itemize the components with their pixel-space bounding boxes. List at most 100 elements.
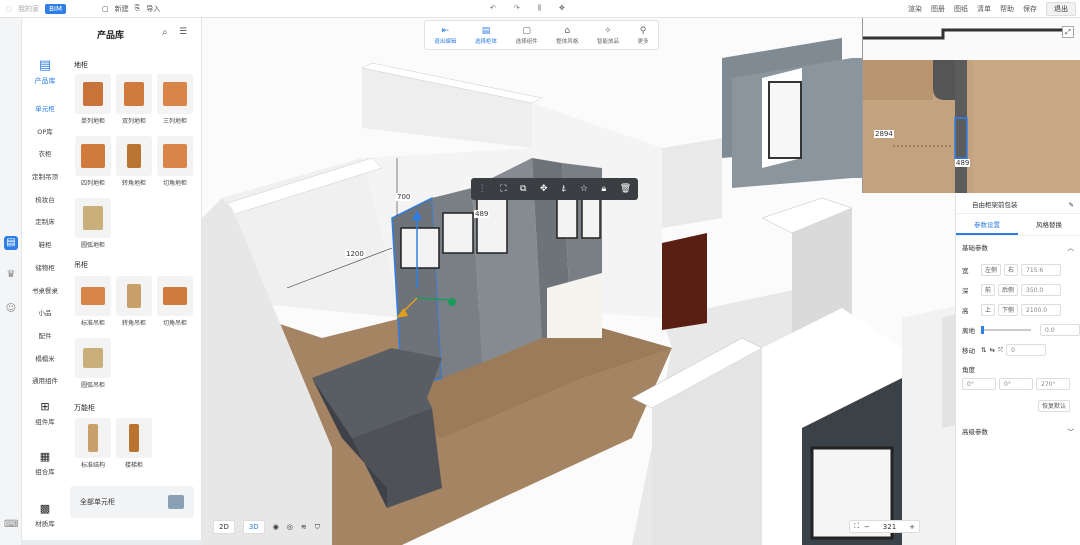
width-anchor-right[interactable]: 右 [1004, 264, 1019, 276]
overall-style-button[interactable]: ⌂ 整体风格 [556, 26, 578, 45]
category-product-library[interactable]: ▤ 产品库 [22, 58, 68, 98]
render-button[interactable]: 渲染 [908, 4, 922, 14]
depth-anchor-back[interactable]: 后侧 [998, 284, 1019, 296]
category-op[interactable]: OP库 [22, 121, 68, 144]
category-tatami[interactable]: 榻榻米 [22, 348, 68, 371]
layers-icon[interactable]: ≋ [301, 523, 307, 531]
item-floor-2[interactable]: 双列地柜 [115, 74, 153, 125]
item-hanging-1[interactable]: 标准吊柜 [74, 276, 112, 327]
category-common[interactable]: 通用组件 [22, 370, 68, 393]
user-icon[interactable]: ☺ [4, 302, 18, 316]
tab-params[interactable]: 参数设置 [956, 214, 1018, 235]
search-icon[interactable]: ⌕ [162, 27, 168, 38]
tools-icon[interactable]: ✥ [559, 4, 565, 13]
list-button[interactable]: 清单 [977, 4, 991, 14]
advanced-params-header[interactable]: 高级参数 ﹀ [962, 426, 1074, 436]
zoom-out-button[interactable]: − [864, 523, 870, 531]
category-bed[interactable]: 定制床 [22, 211, 68, 234]
edit-icon[interactable]: ✎ [1069, 196, 1074, 214]
category-desk[interactable]: 书桌餐桌 [22, 280, 68, 303]
fullscreen-icon[interactable]: ⛶ [854, 522, 859, 531]
bim-badge[interactable]: BIM [45, 3, 67, 14]
move-y-icon[interactable]: ⇆ [989, 346, 994, 354]
smart-place-button[interactable]: ✧ 智能放品 [597, 26, 619, 45]
view-3d-button[interactable]: 3D [242, 520, 265, 534]
minimap[interactable]: 2894 489 ⤢ [862, 18, 1080, 193]
item-floor-7[interactable]: 圆弧地柜 [74, 198, 112, 249]
lift-input[interactable]: 0.0 [1040, 324, 1080, 336]
item-hanging-2[interactable]: 转角吊柜 [115, 276, 153, 327]
exit-edit-button[interactable]: ⇤ 退出编辑 [434, 26, 456, 45]
more-button[interactable]: ⚲ 更多 [638, 26, 649, 45]
move-input[interactable]: 0 [1006, 344, 1047, 356]
filter-icon[interactable]: ☰ [179, 27, 187, 37]
camera-icon[interactable]: ◉ [273, 523, 279, 531]
copy-icon[interactable]: ⧉ [520, 184, 526, 194]
help-button[interactable]: 帮助 [1000, 4, 1014, 14]
item-hanging-4[interactable]: 圆弧吊柜 [74, 338, 112, 389]
redo-icon[interactable]: ↷ [514, 4, 520, 13]
lift-slider[interactable] [981, 326, 1031, 334]
select-component-button[interactable]: ▢ 选择组件 [516, 26, 538, 45]
category-shoe[interactable]: 鞋柜 [22, 234, 68, 257]
depth-input[interactable]: 350.0 [1021, 284, 1062, 296]
category-wardrobe[interactable]: 衣柜 [22, 143, 68, 166]
delete-icon[interactable]: 🗑︎ [620, 184, 631, 194]
minimap-expand-icon[interactable]: ⤢ [1062, 26, 1074, 38]
save-button[interactable]: 保存 [1023, 4, 1037, 14]
mirror-icon[interactable]: ⍋ [561, 184, 566, 194]
undo-icon[interactable]: ↶ [490, 4, 496, 13]
new-button[interactable]: 新建 [115, 4, 129, 14]
tab-style[interactable]: 风格替换 [1018, 214, 1080, 235]
item-hanging-3[interactable]: 切角吊柜 [156, 276, 194, 327]
depth-anchor-front[interactable]: 前 [981, 284, 996, 296]
keyboard-icon[interactable]: ⌨ [4, 518, 18, 532]
drag-handle-icon[interactable]: ⋮ [478, 184, 487, 194]
category-ceiling[interactable]: 定制吊顶 [22, 166, 68, 189]
eye-icon[interactable]: ◎ [287, 523, 293, 531]
width-anchor-left[interactable]: 左侧 [981, 264, 1002, 276]
exit-button[interactable]: 退出 [1046, 1, 1076, 16]
category-accessory[interactable]: 配件 [22, 325, 68, 348]
combination-library[interactable]: ▦ 组合库 [22, 450, 68, 476]
reset-button[interactable]: 恢复默认 [1038, 400, 1071, 412]
home-icon[interactable]: ◌ [6, 5, 12, 13]
import-button[interactable]: 导入 [146, 4, 160, 14]
category-storage[interactable]: 储物柜 [22, 257, 68, 280]
item-floor-1[interactable]: 单列地柜 [74, 74, 112, 125]
shield-icon[interactable]: ⛉ [315, 523, 320, 532]
angle-z-input[interactable]: 270° [1036, 378, 1070, 390]
align-icon[interactable]: ⫼ [538, 4, 541, 13]
drawing-button[interactable]: 图纸 [954, 4, 968, 14]
crown-icon[interactable]: ♛ [4, 268, 18, 282]
zoom-in-button[interactable]: + [909, 523, 915, 531]
material-library[interactable]: ▩ 材质库 [22, 502, 68, 528]
height-anchor-top[interactable]: 上 [981, 304, 996, 316]
item-floor-4[interactable]: 四列地柜 [74, 136, 112, 187]
item-floor-6[interactable]: 切角地柜 [156, 136, 194, 187]
all-units-button[interactable]: 全部单元柜 [70, 486, 194, 518]
item-universal-2[interactable]: 楼梯柜 [115, 418, 153, 469]
view-2d-button[interactable]: 2D [213, 520, 235, 534]
move-icon[interactable]: ✥ [540, 184, 548, 194]
move-z-icon[interactable]: ⤧ [998, 346, 1003, 355]
item-floor-3[interactable]: 三列地柜 [156, 74, 194, 125]
move-x-icon[interactable]: ⇅ [981, 346, 986, 354]
category-small[interactable]: 小品 [22, 302, 68, 325]
angle-x-input[interactable]: 0° [962, 378, 996, 390]
height-input[interactable]: 2100.0 [1021, 304, 1062, 316]
product-library-icon[interactable]: ▤ [4, 236, 18, 250]
category-unit-cabinet[interactable]: 单元柜 [22, 98, 68, 121]
item-universal-1[interactable]: 标准结构 [74, 418, 112, 469]
basic-params-header[interactable]: 基础参数 ︿ [962, 242, 1074, 252]
category-dresser[interactable]: 梳妆台 [22, 189, 68, 212]
height-anchor-bottom[interactable]: 下侧 [998, 304, 1019, 316]
favorite-icon[interactable]: ☆ [580, 184, 588, 194]
angle-y-input[interactable]: 0° [999, 378, 1033, 390]
select-cabinet-button[interactable]: ▤ 选择柜体 [475, 26, 497, 45]
item-floor-5[interactable]: 转角地柜 [115, 136, 153, 187]
component-library[interactable]: ⊞ 组件库 [22, 400, 68, 426]
width-input[interactable]: 715.6 [1021, 264, 1062, 276]
slider-handle[interactable] [981, 326, 984, 334]
album-button[interactable]: 图册 [931, 4, 945, 14]
